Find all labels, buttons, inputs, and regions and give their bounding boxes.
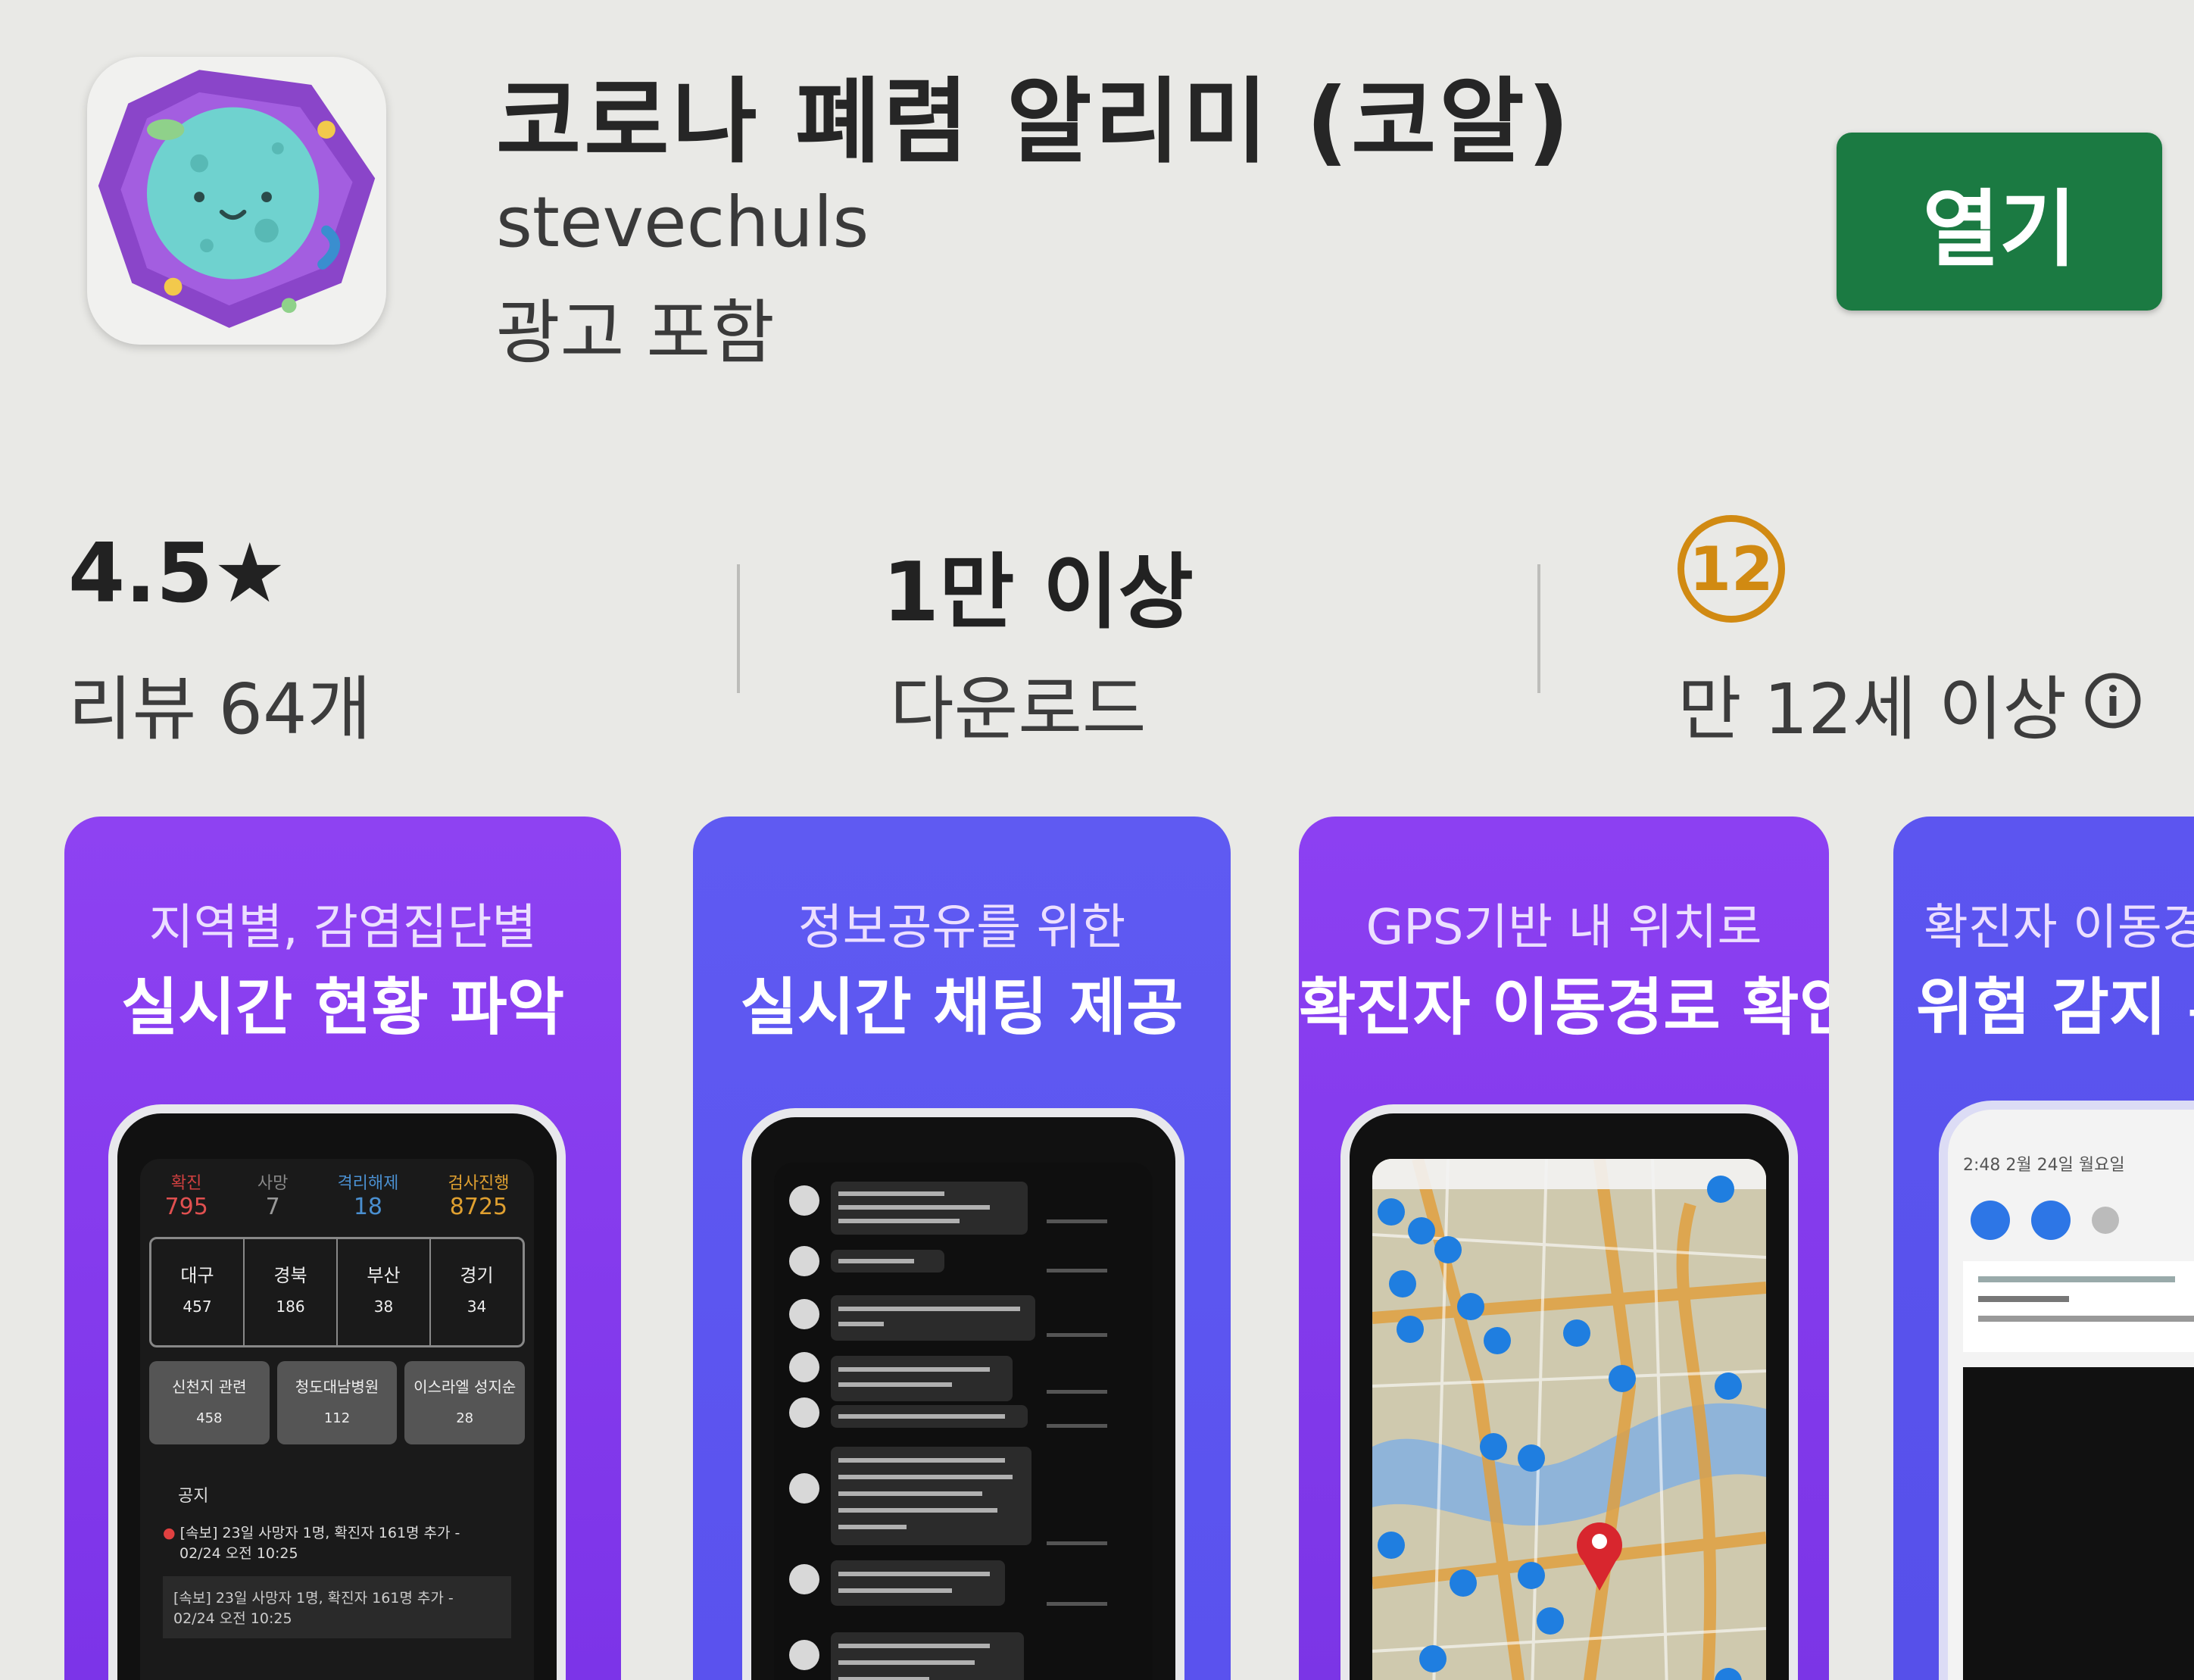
download-count: 1만 이상 — [882, 545, 1194, 640]
region-count: 38 — [373, 1297, 394, 1316]
group-count: 28 — [456, 1410, 474, 1426]
notice-item[interactable]: ● [속보] 23일 사망자 1명, 확진자 161명 추가 - 02/24 오… — [163, 1522, 504, 1563]
notice-text: [속보] 23일 사망자 1명, 확진자 161명 추가 - — [173, 1590, 454, 1607]
chat-message-list — [789, 1182, 1107, 1680]
app-icon — [87, 57, 386, 345]
region-cell[interactable]: 경북 186 — [245, 1239, 338, 1345]
age-rating-label: 만 12세 이상 — [1677, 669, 2068, 750]
notice-time: 02/24 오전 10:25 — [173, 1610, 292, 1627]
mute-icon[interactable] — [2031, 1201, 2071, 1240]
contains-ads-label: 광고 포함 — [496, 292, 775, 373]
notification-card[interactable] — [1963, 1261, 2194, 1352]
map-view[interactable] — [1372, 1159, 1766, 1680]
group-count: 458 — [196, 1410, 223, 1426]
group-cell[interactable]: 청도대남병원 112 — [276, 1361, 398, 1444]
stat-value: 7 — [265, 1194, 280, 1220]
notice-text: [속보] 23일 사망자 1명, 확진자 161명 추가 - — [179, 1525, 460, 1541]
group-name: 신천지 관련 — [172, 1378, 247, 1396]
region-count: 457 — [183, 1297, 212, 1316]
review-count[interactable]: 리뷰 64개 — [68, 653, 371, 754]
open-button[interactable]: 열기 — [1837, 133, 2162, 311]
region-grid: 대구 457 경북 186 부산 38 경기 34 — [149, 1237, 525, 1347]
stat-label: 사망 — [257, 1174, 289, 1193]
phone-mockup — [742, 1108, 1184, 1680]
phone-mockup — [1340, 1104, 1798, 1680]
screenshot-headline: 실시간 채팅 제공 — [740, 972, 1184, 1044]
screenshot-headline: 확진자 이동경로 확인 — [1299, 972, 1829, 1044]
bluetooth-icon[interactable] — [2092, 1207, 2119, 1234]
stat-value: 18 — [353, 1194, 383, 1220]
region-cell[interactable]: 부산 38 — [338, 1239, 431, 1345]
group-count: 112 — [323, 1410, 351, 1426]
stat-value: 8725 — [449, 1194, 508, 1220]
region-cell[interactable]: 대구 457 — [151, 1239, 245, 1345]
group-name: 이스라엘 성지순 — [414, 1378, 517, 1396]
region-count: 186 — [276, 1297, 305, 1316]
downloads-label: 다운로드 — [890, 669, 1147, 750]
stat-label: 검사진행 — [448, 1174, 510, 1193]
age-rating-badge: 12 — [1677, 515, 1785, 623]
notice-item[interactable]: [속보] 23일 사망자 1명, 확진자 161명 추가 - 02/24 오전 … — [163, 1576, 511, 1638]
screenshot-caption: GPS기반 내 위치로 — [1365, 900, 1762, 956]
screenshot-headline: 위험 감지 푸 — [1916, 972, 2194, 1044]
screenshot-card[interactable]: 지역별, 감염집단별 실시간 현황 파악 확진 795 사망 7 격리해제 18 검사… — [64, 817, 621, 1680]
screenshot-card[interactable]: 확진자 이동경 위험 감지 푸 2:48 2월 24일 월요일 — [1893, 817, 2194, 1680]
group-name: 청도대남병원 — [295, 1378, 379, 1396]
phone-mockup: 확진 795 사망 7 격리해제 18 검사진행 8725 대구 457 경북 186 부산… — [108, 1104, 566, 1680]
region-count: 34 — [467, 1297, 487, 1316]
region-name: 경기 — [460, 1265, 494, 1286]
screenshot-caption: 정보공유를 위한 — [797, 900, 1126, 956]
status-time: 2:48 2월 24일 월요일 — [1963, 1156, 2125, 1175]
app-title: 코로나 폐렴 알리미 (코알) — [496, 68, 1573, 176]
region-cell[interactable]: 경기 34 — [431, 1239, 523, 1345]
stat-value: 795 — [164, 1194, 208, 1220]
map-screen[interactable] — [1372, 1159, 1766, 1680]
group-cell[interactable]: 신천지 관련 458 — [149, 1361, 270, 1444]
region-name: 부산 — [367, 1265, 401, 1286]
virus-character-icon — [98, 70, 376, 328]
screenshot-card[interactable]: 정보공유를 위한 실시간 채팅 제공 — [693, 817, 1231, 1680]
region-name: 대구 — [180, 1265, 214, 1286]
screenshot-headline: 실시간 현황 파악 — [120, 972, 565, 1044]
screenshot-caption: 지역별, 감염집단별 — [148, 900, 537, 956]
stat-label: 확진 — [170, 1174, 202, 1193]
stats-divider — [737, 564, 740, 693]
developer-link[interactable]: stevechuls — [496, 182, 869, 263]
chat-screen — [774, 1163, 1153, 1680]
region-name: 경북 — [273, 1265, 307, 1286]
group-row: 신천지 관련 458 청도대남병원 112 이스라엘 성지순 28 — [149, 1361, 526, 1444]
screenshot-caption: 확진자 이동경 — [1924, 900, 2194, 956]
notice-time: 02/24 오전 10:25 — [179, 1545, 298, 1562]
screenshot-card[interactable]: GPS기반 내 위치로 확진자 이동경로 확인 — [1299, 817, 1829, 1680]
info-icon[interactable] — [2083, 670, 2143, 731]
stat-label: 격리해제 — [337, 1174, 399, 1193]
dashboard-screen: 확진 795 사망 7 격리해제 18 검사진행 8725 대구 457 경북 186 부산… — [140, 1159, 534, 1680]
rating-value: 4.5★ — [68, 526, 287, 621]
group-cell[interactable]: 이스라엘 성지순 28 — [404, 1361, 526, 1444]
phone-mockup: 2:48 2월 24일 월요일 — [1939, 1101, 2194, 1680]
notice-title: 공지 — [178, 1487, 209, 1506]
app-preview — [1963, 1367, 2194, 1680]
stats-divider — [1537, 564, 1540, 693]
wifi-icon[interactable] — [1971, 1201, 2010, 1240]
